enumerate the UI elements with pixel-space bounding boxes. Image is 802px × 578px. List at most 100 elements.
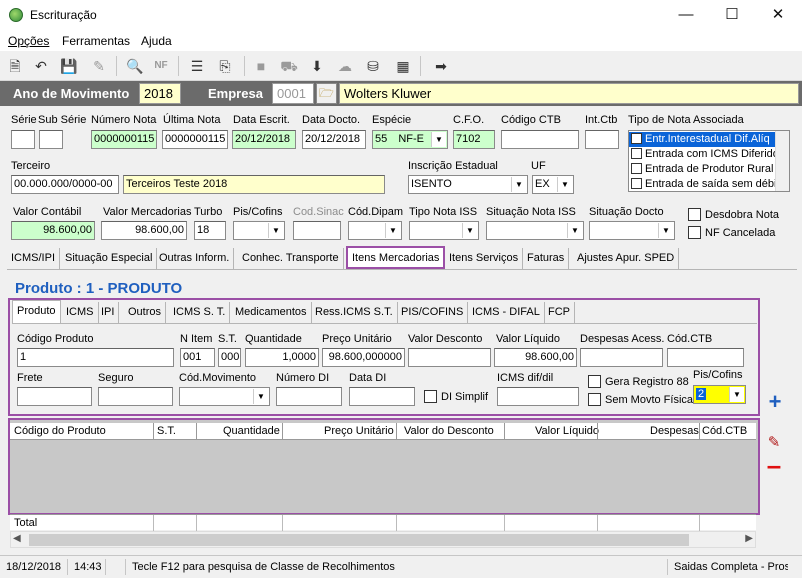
piscofins-prod-combo[interactable]: 2 ▼ <box>693 385 746 404</box>
col-desconto[interactable]: Valor do Desconto <box>404 425 494 437</box>
save-icon[interactable]: 💾 <box>58 55 80 77</box>
sitdocto-combo[interactable]: ▼ <box>589 221 675 240</box>
tab-ipi[interactable]: IPI <box>97 302 120 323</box>
tab-pis-cofins[interactable]: PIS/COFINS <box>397 302 469 323</box>
nfe-icon[interactable]: NF <box>150 55 172 77</box>
list-scrollbar[interactable] <box>775 131 789 191</box>
close-button[interactable]: ✕ <box>755 0 801 31</box>
tab-icms-difal[interactable]: ICMS - DIFAL <box>468 302 545 323</box>
vmerc-input[interactable]: 98.600,00 <box>101 221 187 240</box>
chevron-down-icon[interactable]: ▼ <box>658 223 673 238</box>
tab-itens-servicos[interactable]: Itens Serviços <box>445 248 524 269</box>
clear-icon[interactable]: ✎ <box>88 55 110 77</box>
coddipam-combo[interactable]: ▼ <box>348 221 402 240</box>
disimplif-checkbox[interactable] <box>424 390 437 403</box>
chevron-down-icon[interactable]: ▼ <box>268 223 283 238</box>
especie-combo[interactable]: 55 NF-E ▼ <box>372 130 448 149</box>
tab-produto[interactable]: Produto <box>12 300 61 323</box>
undo-icon[interactable]: ↶ <box>30 55 52 77</box>
tree-icon[interactable]: ☰ <box>186 55 208 77</box>
datadi-input[interactable] <box>349 387 415 406</box>
cloud-icon[interactable]: ☁ <box>334 55 356 77</box>
preco-input[interactable]: 98.600,000000 <box>322 348 405 367</box>
chevron-down-icon[interactable]: ▼ <box>511 177 526 192</box>
menu-ajuda[interactable]: Ajuda <box>141 34 172 48</box>
frete-input[interactable] <box>17 387 92 406</box>
seguro-input[interactable] <box>98 387 173 406</box>
maximize-button[interactable]: ☐ <box>709 0 755 31</box>
desconto-input[interactable] <box>408 348 491 367</box>
list-item[interactable]: Entrada de saída sem débi <box>629 177 789 192</box>
icmsdif-input[interactable] <box>497 387 579 406</box>
codctb-input[interactable] <box>501 130 579 149</box>
col-codctb[interactable]: Cód.CTB <box>702 425 747 437</box>
chevron-down-icon[interactable]: ▼ <box>557 177 572 192</box>
escrit-input[interactable]: 20/12/2018 <box>232 130 296 149</box>
turbo-input[interactable]: 18 <box>194 221 226 240</box>
numdi-input[interactable] <box>276 387 342 406</box>
folder-icon[interactable]: 🗁 <box>316 83 337 104</box>
cancelada-checkbox[interactable] <box>688 226 701 239</box>
menu-opcoes[interactable]: Opções <box>8 34 49 48</box>
codigo-produto-input[interactable]: 1 <box>17 348 174 367</box>
tab-medicamentos[interactable]: Medicamentos <box>231 302 312 323</box>
tab-icms-ipi[interactable]: ICMS/IPI <box>7 248 61 269</box>
tiponotaiss-combo[interactable]: ▼ <box>409 221 479 240</box>
chevron-down-icon[interactable]: ▼ <box>567 223 582 238</box>
tipo-nota-list[interactable]: Entr.Interestadual Dif.Alíq Entrada com … <box>628 130 790 192</box>
tab-outras-inform[interactable]: Outras Inform. <box>155 248 235 269</box>
scroll-left-icon[interactable]: ◀ <box>13 533 21 544</box>
add-item-button[interactable]: + <box>764 391 786 414</box>
tab-faturas[interactable]: Faturas <box>523 248 570 269</box>
col-st[interactable]: S.T. <box>157 425 176 437</box>
vcontabil-input[interactable]: 98.600,00 <box>11 221 95 240</box>
grid-hscrollbar[interactable]: ◀ ▶ <box>10 531 756 548</box>
minimize-button[interactable]: — <box>663 0 709 31</box>
st-input[interactable]: 000 <box>218 348 241 367</box>
intctb-input[interactable] <box>585 130 619 149</box>
truck-icon[interactable]: ⛟ <box>278 55 300 77</box>
cfo-input[interactable]: 7102 <box>453 130 495 149</box>
menu-ferramentas[interactable]: Ferramentas <box>62 34 130 48</box>
chevron-down-icon[interactable]: ▼ <box>729 387 744 402</box>
tab-ress-icms-st[interactable]: Ress.ICMS S.T. <box>311 302 398 323</box>
tab-fcp[interactable]: FCP <box>544 302 575 323</box>
desdobra-checkbox[interactable] <box>688 208 701 221</box>
subserie-input[interactable] <box>39 130 63 149</box>
uf-combo[interactable]: EX ▼ <box>532 175 574 194</box>
ie-combo[interactable]: ISENTO ▼ <box>408 175 528 194</box>
new-document-icon[interactable]: 🗎 <box>4 55 26 77</box>
building-icon[interactable]: ■ <box>250 55 272 77</box>
col-despesas[interactable]: Despesas <box>650 425 699 437</box>
chevron-down-icon[interactable]: ▼ <box>431 132 446 147</box>
despesas-input[interactable] <box>580 348 663 367</box>
money-icon[interactable]: ⛁ <box>362 55 384 77</box>
serie-input[interactable] <box>11 130 35 149</box>
codmov-combo[interactable]: ▼ <box>179 387 270 406</box>
piscofins-combo[interactable]: ▼ <box>233 221 285 240</box>
print-icon[interactable]: ⎘ <box>214 55 236 77</box>
empresa-code-field[interactable]: 0001 <box>272 83 314 104</box>
nitem-input[interactable]: 001 <box>180 348 215 367</box>
gera-registro-checkbox[interactable] <box>588 375 601 388</box>
list-item[interactable]: Entrada de Produtor Rural <box>629 162 789 177</box>
terceiro-code-input[interactable]: 00.000.000/0000-00 <box>11 175 119 194</box>
tab-outros[interactable]: Outros <box>124 302 167 323</box>
numero-input[interactable]: 0000000115 <box>91 130 157 149</box>
codctb-prod-input[interactable] <box>667 348 744 367</box>
tab-icms[interactable]: ICMS <box>62 302 99 323</box>
liquido-input[interactable]: 98.600,00 <box>494 348 577 367</box>
col-liquido[interactable]: Valor Líquido <box>535 425 599 437</box>
ultima-input[interactable]: 0000000115 <box>162 130 228 149</box>
list-item[interactable]: Entrada com ICMS Diferido <box>629 147 789 162</box>
calculator-icon[interactable]: ▦ <box>392 55 414 77</box>
ano-field[interactable]: 2018 <box>139 83 181 104</box>
preview-icon[interactable]: 🔍 <box>124 55 146 77</box>
scroll-right-icon[interactable]: ▶ <box>745 533 753 544</box>
tab-itens-mercadorias[interactable]: Itens Mercadorias <box>346 246 446 269</box>
remove-item-button[interactable]: – <box>762 452 786 478</box>
tab-situacao-especial[interactable]: Situação Especial <box>61 248 158 269</box>
codsinac-input[interactable] <box>293 221 341 240</box>
sem-movto-checkbox[interactable] <box>588 393 601 406</box>
docto-input[interactable]: 20/12/2018 <box>302 130 366 149</box>
